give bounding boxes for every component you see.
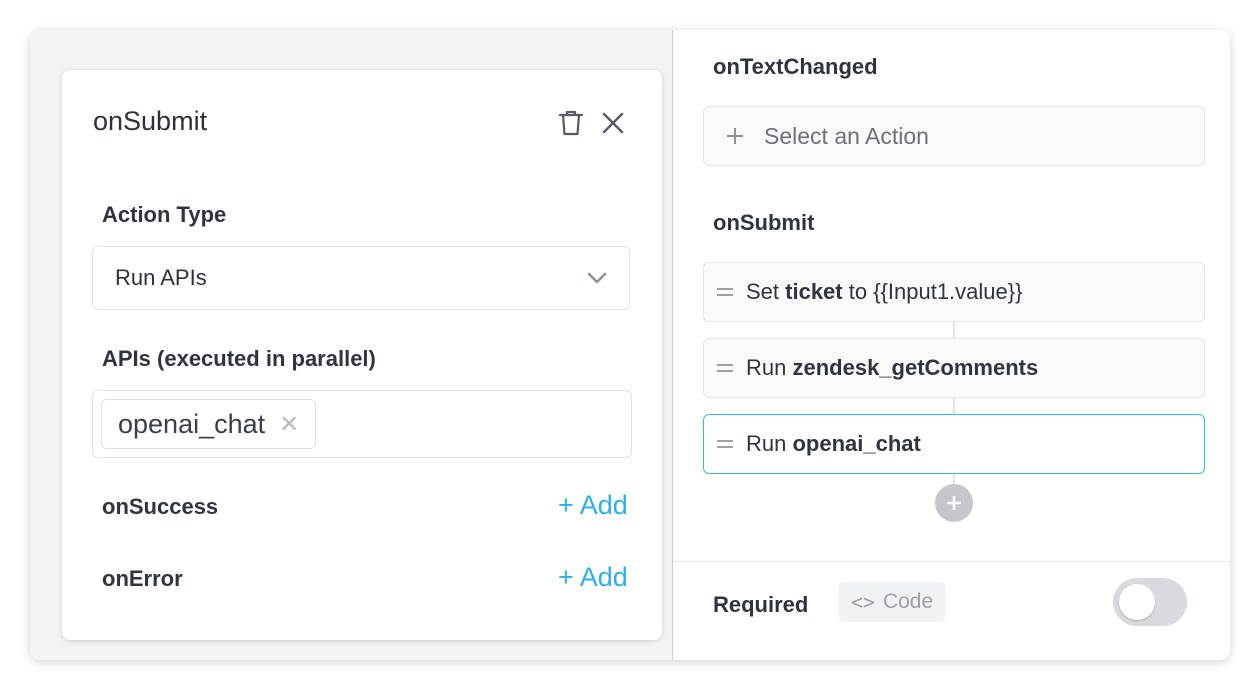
remove-chip-icon[interactable]: ✕ [279, 410, 299, 439]
card-title: onSubmit [93, 106, 208, 136]
action-connector [953, 320, 955, 338]
on-error-label: onError [102, 566, 183, 591]
code-toggle-button[interactable]: <> Code [839, 582, 945, 622]
action-connector [953, 396, 955, 414]
select-action-placeholder: Select an Action [764, 122, 929, 149]
action-label: Run zendesk_getComments [746, 355, 1039, 380]
divider [673, 561, 1230, 562]
trash-icon[interactable] [556, 108, 586, 138]
apis-label: APIs (executed in parallel) [102, 346, 376, 371]
action-item[interactable]: Run zendesk_getComments [703, 338, 1205, 398]
on-text-changed-title: onTextChanged [713, 54, 878, 79]
required-toggle[interactable] [1113, 578, 1187, 626]
on-success-label: onSuccess [102, 494, 219, 519]
code-label: Code [882, 590, 934, 613]
add-action-button[interactable] [935, 484, 973, 522]
action-editor-card: onSubmit Action Type Run APIs APIs (exec… [62, 70, 662, 640]
action-item-selected[interactable]: Run openai_chat [703, 414, 1205, 474]
on-error-add-link[interactable]: + Add [558, 562, 628, 593]
chevron-down-icon [587, 272, 607, 284]
required-label: Required [713, 592, 809, 617]
action-label: Run openai_chat [746, 431, 921, 456]
drag-handle-icon[interactable] [716, 437, 734, 451]
drag-handle-icon[interactable] [716, 361, 734, 375]
drag-handle-icon[interactable] [716, 285, 734, 299]
close-icon[interactable] [600, 110, 626, 136]
action-item[interactable]: Set ticket to {{Input1.value}} [703, 262, 1205, 322]
action-type-label: Action Type [102, 202, 227, 227]
api-chip: openai_chat ✕ [101, 399, 317, 449]
code-icon: <> [850, 590, 875, 614]
plus-icon [947, 496, 961, 510]
toggle-knob [1119, 584, 1155, 620]
on-submit-title: onSubmit [713, 210, 815, 235]
action-type-value: Run APIs [115, 265, 207, 290]
select-action-button[interactable]: Select an Action [703, 106, 1205, 166]
action-label: Set ticket to {{Input1.value}} [746, 279, 1023, 304]
api-chip-label: openai_chat [118, 408, 266, 439]
apis-multiselect[interactable]: openai_chat ✕ [92, 390, 632, 458]
plus-icon [727, 128, 743, 144]
events-panel: onTextChanged Select an Action onSubmit … [672, 30, 1230, 660]
action-type-select[interactable]: Run APIs [92, 246, 630, 310]
on-success-add-link[interactable]: + Add [558, 490, 628, 521]
